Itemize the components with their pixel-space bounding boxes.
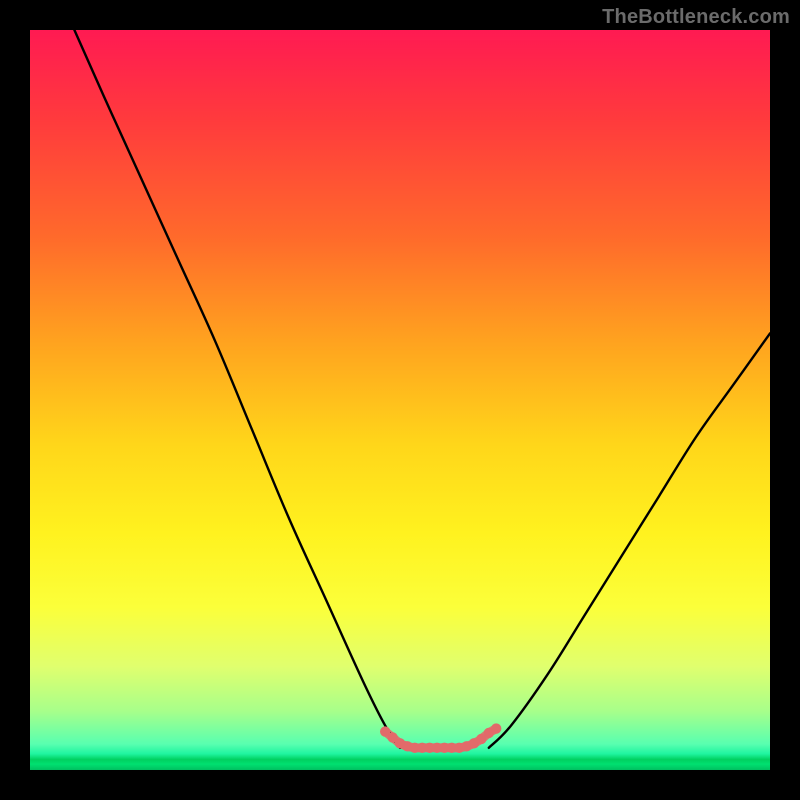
right-curve: [489, 333, 770, 747]
chart-frame: TheBottleneck.com: [0, 0, 800, 800]
left-curve: [74, 30, 400, 748]
curve-layer: [30, 30, 770, 770]
valley-dot: [491, 723, 501, 733]
watermark-text: TheBottleneck.com: [602, 6, 790, 29]
plot-area: [30, 30, 770, 770]
